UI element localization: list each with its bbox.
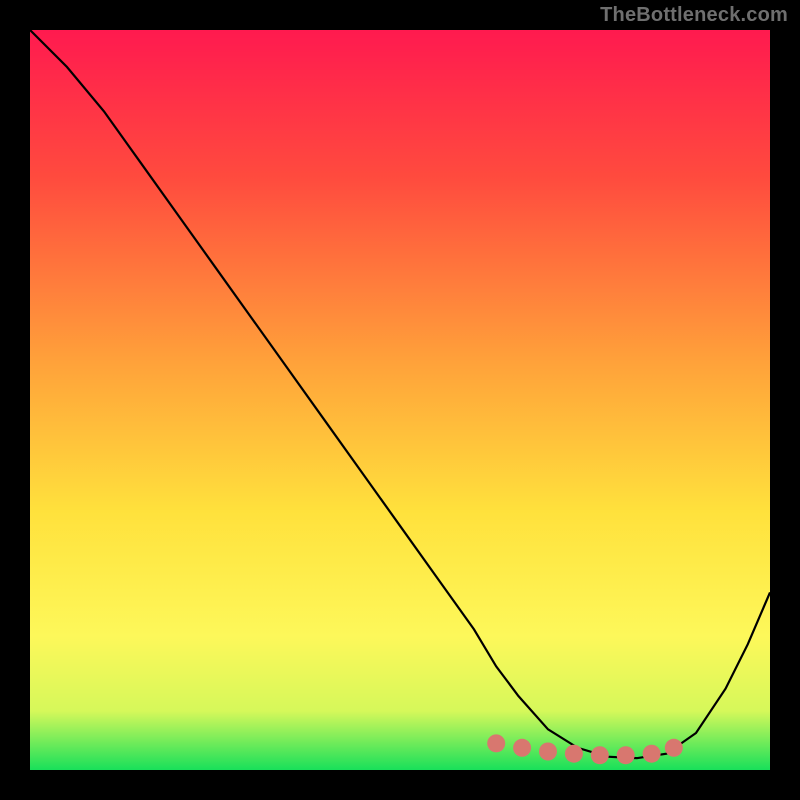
- highlight-dot: [617, 746, 635, 764]
- chart-svg: [30, 30, 770, 770]
- highlight-dot: [643, 745, 661, 763]
- gradient-background: [30, 30, 770, 770]
- highlight-dot: [565, 745, 583, 763]
- highlight-dot: [539, 743, 557, 761]
- watermark-text: TheBottleneck.com: [600, 4, 788, 27]
- highlight-dot: [591, 746, 609, 764]
- plot-area: [30, 30, 770, 770]
- highlight-dot: [665, 739, 683, 757]
- chart-frame: TheBottleneck.com: [0, 0, 800, 800]
- highlight-dot: [487, 734, 505, 752]
- highlight-dot: [513, 739, 531, 757]
